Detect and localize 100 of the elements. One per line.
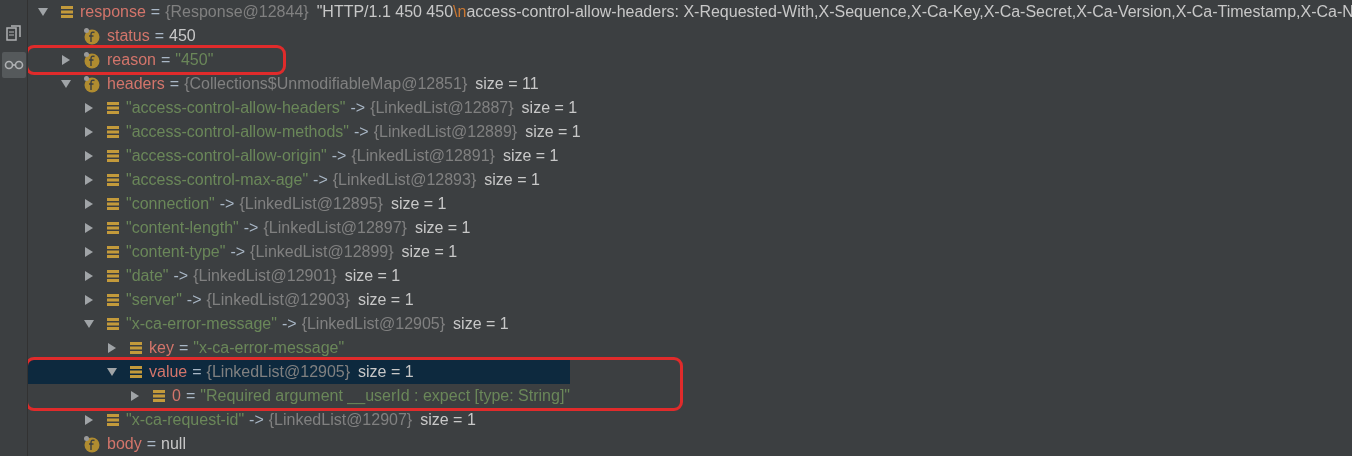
glasses-icon[interactable] — [3, 59, 24, 71]
type-label: {LinkedList@12899} — [250, 243, 394, 261]
tree-row[interactable]: status = 450 — [28, 24, 1352, 48]
tree-row[interactable]: 0 = "Required argument __userId : expect [type: String]" — [28, 384, 571, 408]
copy-icon[interactable] — [5, 25, 22, 41]
list-icon — [106, 245, 120, 259]
tree-row[interactable]: "access-control-allow-headers" -> {LinkedList@12887} size = 1 — [28, 96, 1352, 120]
tree-row[interactable]: "access-control-max-age" -> {LinkedList@12893} size = 1 — [28, 168, 1352, 192]
variable-name: response — [80, 3, 146, 21]
field-icon — [83, 51, 101, 69]
expand-arrow-icon[interactable] — [84, 199, 94, 209]
size-label: size = 1 — [502, 147, 559, 165]
variable-name: "access-control-allow-methods" — [126, 123, 349, 141]
list-icon — [106, 101, 120, 115]
variable-name: "access-control-allow-origin" — [126, 147, 327, 165]
operator: = — [150, 3, 161, 21]
collapse-arrow-icon[interactable] — [38, 7, 48, 17]
size-label: size = 11 — [475, 75, 539, 93]
variable-name: reason — [107, 51, 156, 69]
collapse-arrow-icon[interactable] — [61, 79, 71, 89]
tree-row[interactable]: headers = {Collections$UnmodifiableMap@12851} size = 11 — [28, 72, 1352, 96]
operator: -> — [281, 315, 297, 333]
operator: -> — [186, 291, 202, 309]
variable-value: "Required argument __userId : expect [type: String]" — [200, 387, 571, 405]
expand-arrow-icon[interactable] — [61, 55, 71, 65]
size-label: size = 1 — [344, 267, 401, 285]
expand-arrow-icon[interactable] — [84, 271, 94, 281]
variable-name: "access-control-max-age" — [126, 171, 309, 189]
collapse-arrow-icon[interactable] — [107, 367, 117, 377]
expand-arrow-icon[interactable] — [84, 247, 94, 257]
type-label: {LinkedList@12887} — [370, 99, 514, 117]
tree-row[interactable]: body = null — [28, 432, 1352, 456]
expand-arrow-icon[interactable] — [84, 103, 94, 113]
size-label: size = 1 — [521, 99, 578, 117]
size-label: size = 1 — [453, 315, 509, 333]
expand-arrow-icon[interactable] — [107, 343, 117, 353]
variable-value: "450" — [175, 51, 214, 69]
list-icon — [106, 269, 120, 283]
operator: -> — [219, 195, 235, 213]
tree-row[interactable]: "content-type" -> {LinkedList@12899} size = 1 — [28, 240, 1352, 264]
expand-arrow-icon[interactable] — [130, 391, 140, 401]
toolbar-button[interactable] — [1, 52, 26, 78]
size-label: size = 1 — [390, 195, 447, 213]
tree-row[interactable]: response = {Response@12844} "HTTP/1.1 450 450\naccess-control-allow-headers: X-Requested-With,X-Sequence,X-Ca-Key,X-Ca-Secret,X-Ca-Version,X-Ca-Timestamp,X-Ca-N — [28, 0, 1352, 24]
tree-row[interactable]: "connection" -> {LinkedList@12895} size = 1 — [28, 192, 1352, 216]
type-label: {Collections$UnmodifiableMap@12851} — [184, 75, 468, 93]
tree-row[interactable]: key = "x-ca-error-message" — [28, 336, 1352, 360]
type-label: {Response@12844} — [165, 3, 309, 21]
variable-name: 0 — [172, 387, 181, 405]
variable-name: "connection" — [126, 195, 215, 213]
variable-value: 450 — [169, 27, 196, 45]
list-icon — [60, 5, 74, 19]
type-label: {LinkedList@12903} — [206, 291, 350, 309]
field-icon — [83, 435, 101, 453]
size-label: size = 1 — [401, 243, 458, 261]
variable-value: "x-ca-error-message" — [193, 339, 345, 357]
variable-name: "access-control-allow-headers" — [126, 99, 346, 117]
tree-row[interactable]: value = {LinkedList@12905} size = 1 — [28, 360, 571, 384]
variable-name: "x-ca-error-message" — [126, 315, 277, 333]
expand-arrow-icon[interactable] — [84, 415, 94, 425]
variable-name: "x-ca-request-id" — [126, 411, 245, 429]
expand-arrow-icon[interactable] — [84, 295, 94, 305]
list-icon — [106, 221, 120, 235]
type-label: {LinkedList@12905} — [301, 315, 446, 333]
operator: -> — [313, 171, 328, 189]
field-icon — [83, 75, 101, 93]
operator: -> — [249, 411, 264, 429]
list-icon — [106, 125, 120, 139]
variable-name: status — [107, 27, 150, 45]
expand-arrow-icon[interactable] — [84, 175, 94, 185]
variable-name: body — [107, 435, 142, 453]
operator: = — [178, 339, 189, 357]
tree-row[interactable]: "access-control-allow-methods" -> {LinkedList@12889} size = 1 — [28, 120, 1352, 144]
variable-name: "content-length" — [126, 219, 239, 237]
size-label: size = 1 — [414, 219, 471, 237]
type-label: {LinkedList@12891} — [351, 147, 495, 165]
collapse-arrow-icon[interactable] — [84, 319, 94, 329]
tree-row[interactable]: "server" -> {LinkedList@12903} size = 1 — [28, 288, 1352, 312]
list-icon — [106, 413, 120, 427]
tree-row[interactable]: "x-ca-request-id" -> {LinkedList@12907} size = 1 — [28, 408, 1352, 432]
operator: -> — [173, 267, 189, 285]
type-label: {LinkedList@12897} — [263, 219, 407, 237]
operator: -> — [354, 123, 369, 141]
tree-row[interactable]: reason = "450" — [28, 48, 214, 72]
type-label: {LinkedList@12889} — [373, 123, 518, 141]
size-label: size = 1 — [525, 123, 581, 141]
size-label: size = 1 — [420, 411, 476, 429]
tree-row[interactable]: "x-ca-error-message" -> {LinkedList@12905} size = 1 — [28, 312, 1352, 336]
expand-arrow-icon[interactable] — [84, 151, 94, 161]
field-icon — [83, 27, 101, 45]
tree-row[interactable]: "access-control-allow-origin" -> {LinkedList@12891} size = 1 — [28, 144, 1352, 168]
variable-name: "date" — [126, 267, 169, 285]
expand-arrow-icon[interactable] — [84, 127, 94, 137]
variable-name: key — [149, 339, 174, 357]
list-icon — [129, 365, 143, 379]
expand-arrow-icon[interactable] — [84, 223, 94, 233]
type-label: {LinkedList@12895} — [239, 195, 383, 213]
tree-row[interactable]: "date" -> {LinkedList@12901} size = 1 — [28, 264, 1352, 288]
tree-row[interactable]: "content-length" -> {LinkedList@12897} size = 1 — [28, 216, 1352, 240]
size-label: size = 1 — [484, 171, 540, 189]
